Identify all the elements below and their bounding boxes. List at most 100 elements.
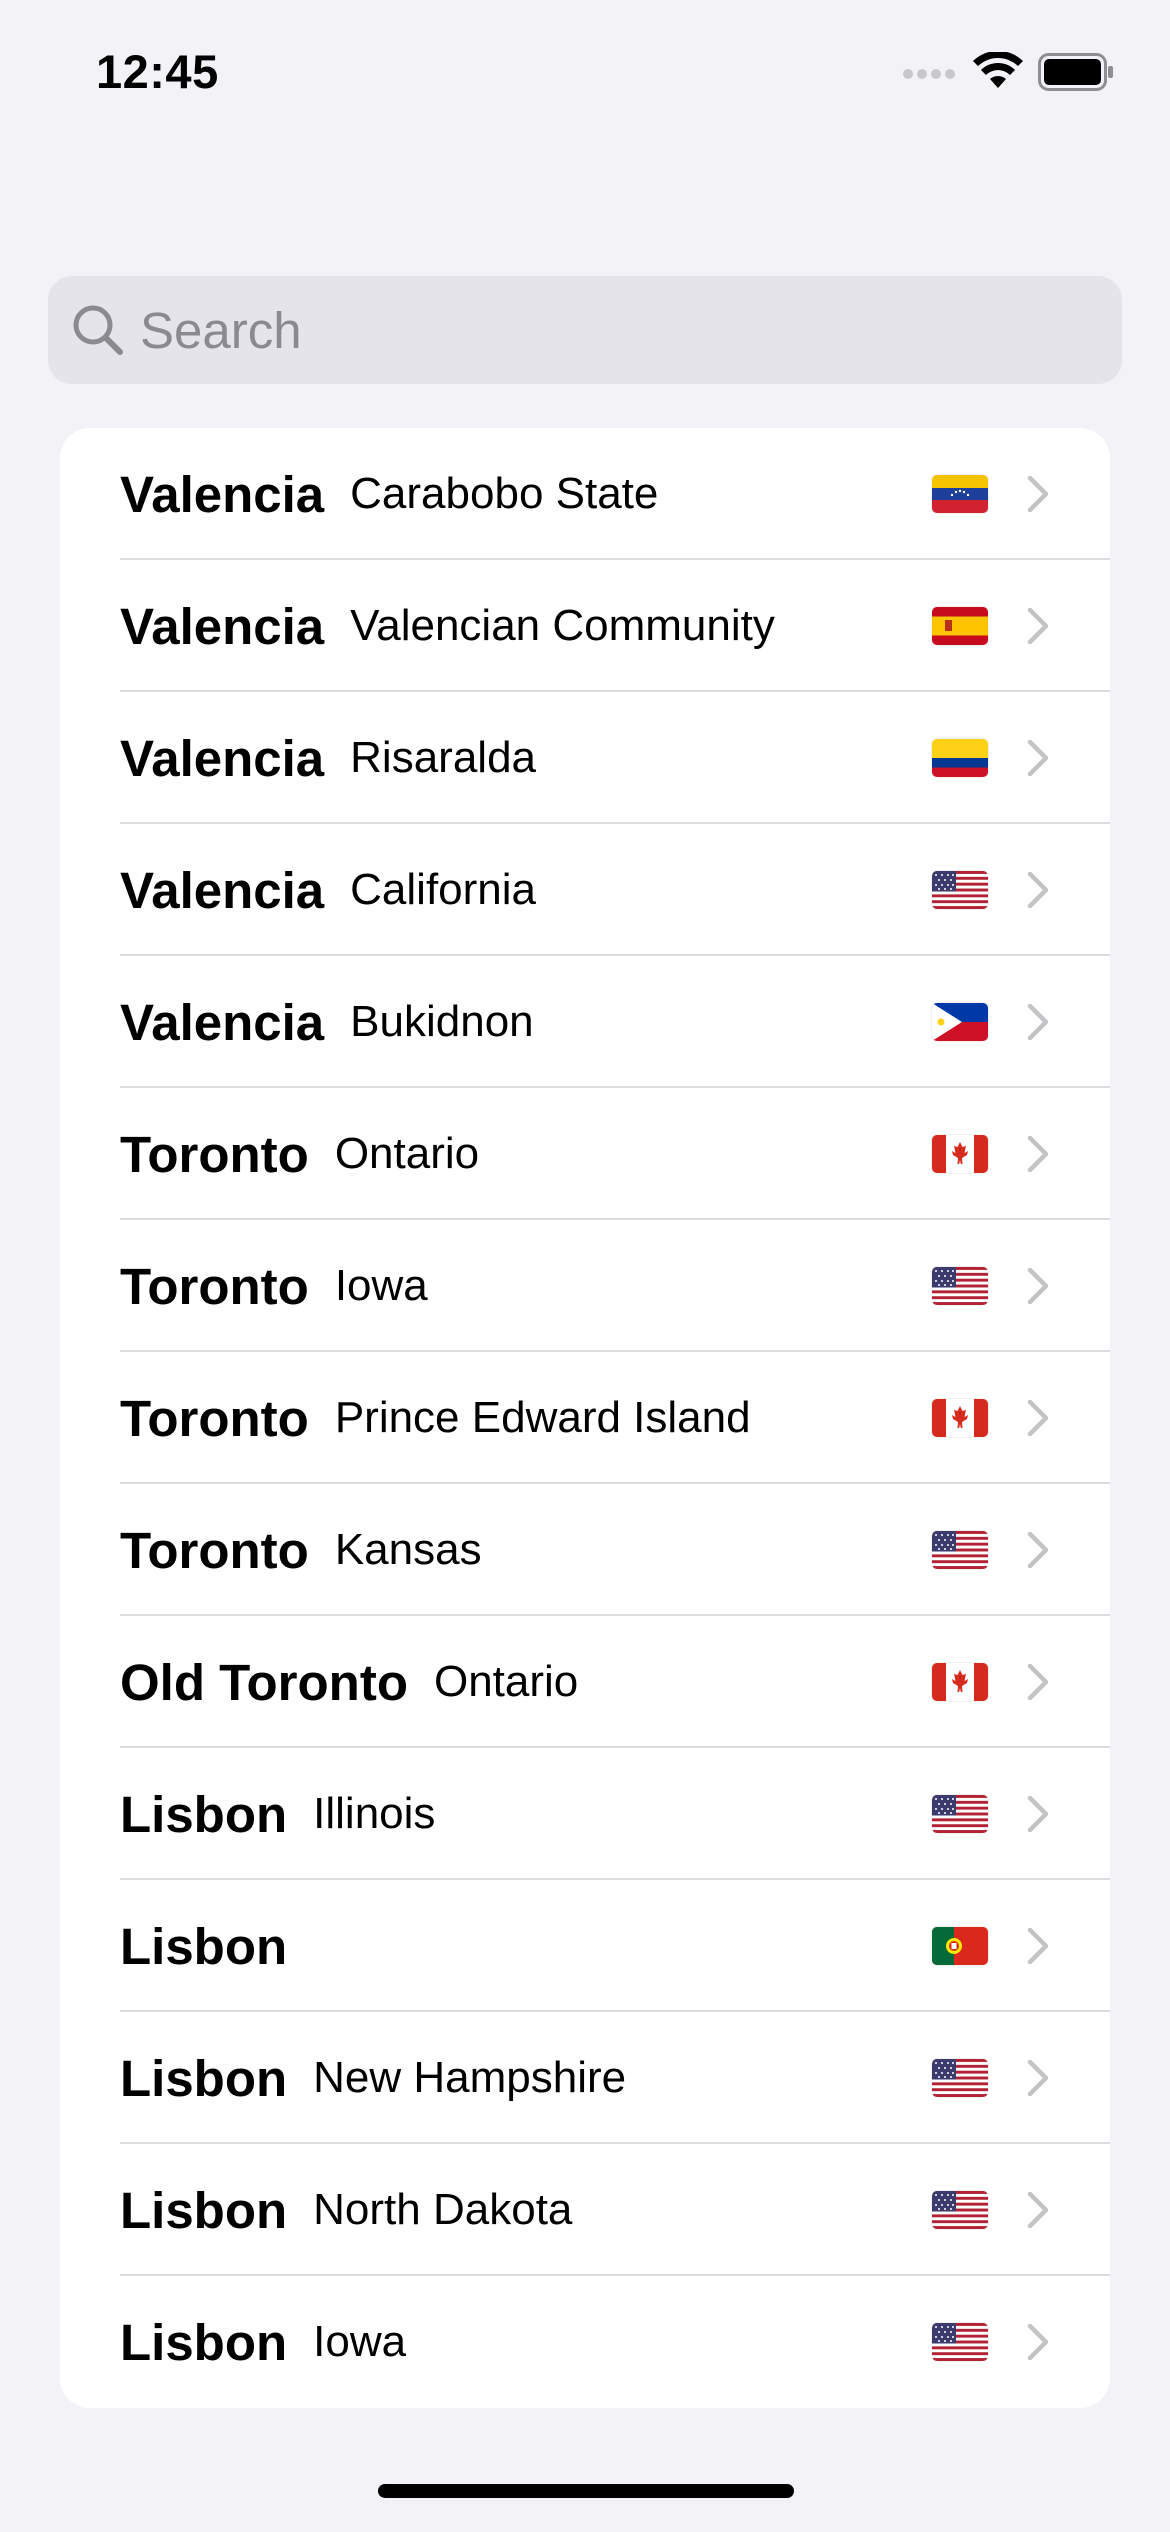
city-name: Valencia (120, 597, 325, 655)
usa-flag-icon (932, 1795, 988, 1833)
canada-flag-icon (932, 1135, 988, 1173)
search-bar[interactable] (48, 276, 1122, 384)
region-name: Iowa (313, 2317, 407, 2366)
list-item[interactable]: Lisbon Illinois (60, 1748, 1110, 1880)
city-name: Old Toronto (120, 1653, 408, 1711)
chevron-right-icon (1026, 1660, 1050, 1704)
region-name: Kansas (334, 1525, 482, 1574)
status-bar: 12:45 (0, 0, 1170, 150)
list-item[interactable]: Valencia Risaralda (60, 692, 1110, 824)
chevron-right-icon (1026, 1000, 1050, 1044)
chevron-right-icon (1026, 472, 1050, 516)
chevron-right-icon (1026, 1396, 1050, 1440)
list-item-text: Lisbon New Hampshire (120, 2012, 626, 2144)
portugal-flag-icon (932, 1927, 988, 1965)
list-item-text: Lisbon (120, 1880, 313, 2012)
list-item[interactable]: Old Toronto Ontario (60, 1616, 1110, 1748)
list-item[interactable]: Toronto Ontario (60, 1088, 1110, 1220)
usa-flag-icon (932, 1267, 988, 1305)
region-name: California (350, 865, 537, 914)
list-item-text: Lisbon North Dakota (120, 2144, 572, 2276)
list-item[interactable]: Toronto Prince Edward Island (60, 1352, 1110, 1484)
city-name: Lisbon (120, 1785, 288, 1843)
region-name: Iowa (334, 1261, 428, 1310)
chevron-right-icon (1026, 2188, 1050, 2232)
city-name: Valencia (120, 465, 325, 523)
list-item[interactable]: Lisbon New Hampshire (60, 2012, 1110, 2144)
chevron-right-icon (1026, 1924, 1050, 1968)
chevron-right-icon (1026, 2056, 1050, 2100)
region-name: Carabobo State (350, 469, 659, 518)
search-input[interactable] (140, 276, 1100, 384)
chevron-right-icon (1026, 1792, 1050, 1836)
city-name: Lisbon (120, 2313, 288, 2371)
city-name: Lisbon (120, 2049, 288, 2107)
city-name: Toronto (120, 1521, 309, 1579)
wifi-icon (972, 50, 1024, 97)
city-name: Valencia (120, 861, 325, 919)
list-item-text: Valencia Risaralda (120, 692, 536, 824)
battery-icon (1038, 53, 1114, 96)
list-item-text: Valencia Valencian Community (120, 560, 775, 692)
region-name: Valencian Community (350, 601, 775, 650)
chevron-right-icon (1026, 1132, 1050, 1176)
region-name: North Dakota (313, 2185, 573, 2234)
status-icons (902, 50, 1114, 97)
city-name: Valencia (120, 729, 325, 787)
usa-flag-icon (932, 2059, 988, 2097)
usa-flag-icon (932, 1531, 988, 1569)
list-item-text: Lisbon Iowa (120, 2276, 406, 2408)
chevron-right-icon (1026, 868, 1050, 912)
philippines-flag-icon (932, 1003, 988, 1041)
spain-flag-icon (932, 607, 988, 645)
list-item-text: Old Toronto Ontario (120, 1616, 578, 1748)
list-item-text: Valencia California (120, 824, 536, 956)
list-item[interactable]: Lisbon (60, 1880, 1110, 2012)
region-name: New Hampshire (313, 2053, 627, 2102)
list-item-text: Lisbon Illinois (120, 1748, 435, 1880)
usa-flag-icon (932, 871, 988, 909)
city-name: Toronto (120, 1257, 309, 1315)
canada-flag-icon (932, 1399, 988, 1437)
list-item[interactable]: Toronto Iowa (60, 1220, 1110, 1352)
list-item-text: Valencia Bukidnon (120, 956, 534, 1088)
cellular-signal-icon (902, 62, 958, 87)
list-item[interactable]: Valencia Valencian Community (60, 560, 1110, 692)
canada-flag-icon (932, 1663, 988, 1701)
chevron-right-icon (1026, 604, 1050, 648)
city-name: Lisbon (120, 1917, 288, 1975)
list-item[interactable]: Valencia Carabobo State (60, 428, 1110, 560)
search-icon (70, 302, 126, 358)
list-item-text: Toronto Iowa (120, 1220, 428, 1352)
venezuela-flag-icon (932, 475, 988, 513)
list-item[interactable]: Toronto Kansas (60, 1484, 1110, 1616)
chevron-right-icon (1026, 736, 1050, 780)
home-indicator[interactable] (378, 2484, 794, 2498)
list-item-text: Toronto Prince Edward Island (120, 1352, 751, 1484)
region-name: Prince Edward Island (334, 1393, 751, 1442)
city-name: Valencia (120, 993, 325, 1051)
chevron-right-icon (1026, 2320, 1050, 2364)
status-time: 12:45 (96, 45, 219, 98)
region-name: Ontario (433, 1657, 579, 1706)
region-name: Illinois (313, 1789, 436, 1838)
chevron-right-icon (1026, 1528, 1050, 1572)
list-item[interactable]: Valencia Bukidnon (60, 956, 1110, 1088)
region-name: Risaralda (350, 733, 537, 782)
list-item-text: Toronto Kansas (120, 1484, 482, 1616)
list-item[interactable]: Lisbon North Dakota (60, 2144, 1110, 2276)
region-name: Bukidnon (350, 997, 534, 1046)
city-name: Toronto (120, 1389, 309, 1447)
colombia-flag-icon (932, 739, 988, 777)
chevron-right-icon (1026, 1264, 1050, 1308)
city-name: Toronto (120, 1125, 309, 1183)
list-item-text: Toronto Ontario (120, 1088, 479, 1220)
city-name: Lisbon (120, 2181, 288, 2239)
list-item[interactable]: Lisbon Iowa (60, 2276, 1110, 2408)
region-name: Ontario (334, 1129, 480, 1178)
list-item-text: Valencia Carabobo State (120, 428, 658, 560)
list-item[interactable]: Valencia California (60, 824, 1110, 956)
usa-flag-icon (932, 2323, 988, 2361)
usa-flag-icon (932, 2191, 988, 2229)
results-list: Valencia Carabobo State Valencia Valencian … (60, 428, 1110, 2408)
